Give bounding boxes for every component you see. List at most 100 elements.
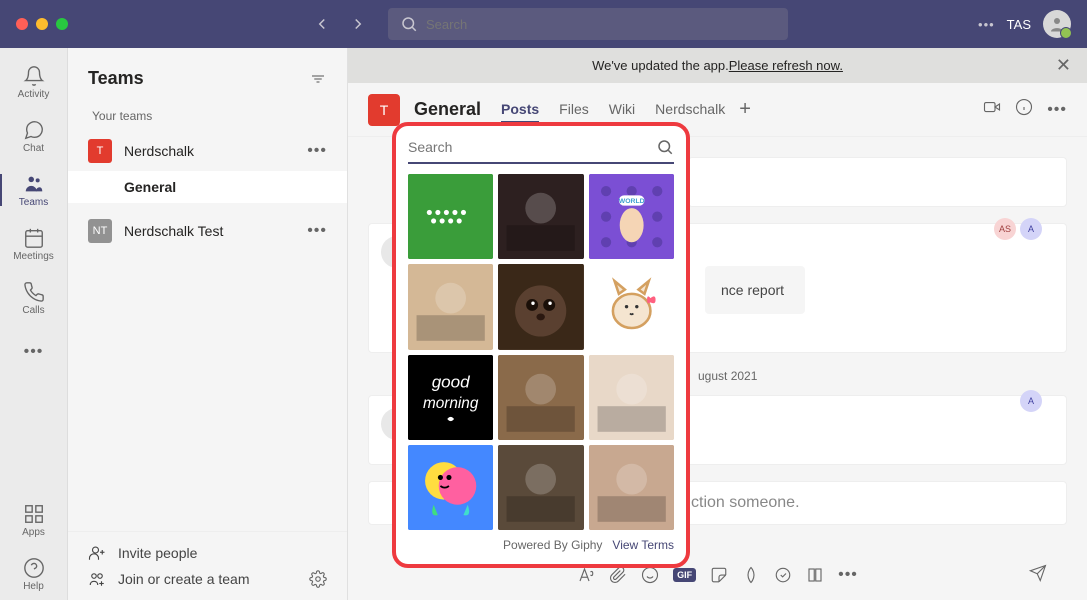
chat-icon	[23, 119, 45, 141]
sticker-button[interactable]	[710, 566, 728, 584]
loop-button[interactable]	[742, 566, 760, 584]
rail-meetings[interactable]: Meetings	[0, 218, 68, 270]
rail-label: Calls	[22, 305, 44, 316]
rail-help[interactable]: Help	[0, 548, 68, 600]
sidebar-footer: Invite people Join or create a team	[68, 531, 347, 600]
gear-icon[interactable]	[309, 570, 327, 588]
add-tab-button[interactable]: +	[739, 98, 751, 121]
tab-wiki[interactable]: Wiki	[609, 97, 635, 123]
rail-calls[interactable]: Calls	[0, 272, 68, 324]
team-avatar: T	[88, 139, 112, 163]
emoji-button[interactable]	[641, 566, 659, 584]
rail-more[interactable]: •••	[0, 326, 68, 378]
gif-tile[interactable]	[589, 355, 674, 440]
gif-tile[interactable]	[498, 445, 583, 530]
banner-text: We've updated the app.	[592, 58, 729, 73]
rail-label: Apps	[22, 527, 45, 538]
person-icon	[1048, 15, 1066, 33]
reaction-badge[interactable]: AS	[994, 218, 1016, 240]
gif-search-box[interactable]	[408, 138, 674, 164]
svg-text:good: good	[432, 372, 470, 391]
tab-posts[interactable]: Posts	[501, 97, 539, 123]
user-initials: TAS	[1007, 17, 1031, 32]
gif-search-input[interactable]	[408, 139, 656, 155]
search-icon	[656, 138, 674, 156]
tab-files[interactable]: Files	[559, 97, 589, 123]
gif-tile[interactable]	[408, 264, 493, 349]
banner-close-button[interactable]: ✕	[1056, 55, 1071, 76]
gif-grid: WORLD good morning	[408, 174, 674, 530]
sidebar-header: Teams	[68, 48, 347, 101]
app-rail: Activity Chat Teams Meetings Calls ••• A…	[0, 48, 68, 600]
reactions: AS A	[994, 218, 1042, 240]
rail-apps[interactable]: Apps	[0, 494, 68, 546]
date-separator: ugust 2021	[698, 369, 1067, 383]
banner-refresh-link[interactable]: Please refresh now.	[729, 58, 843, 73]
rail-label: Help	[23, 581, 44, 592]
gif-tile[interactable]: good morning	[408, 355, 493, 440]
invite-people-button[interactable]: Invite people	[88, 544, 327, 562]
team-item-nerdschalk[interactable]: T Nerdschalk •••	[68, 131, 347, 171]
message-card[interactable]	[688, 157, 1067, 207]
gif-tile[interactable]	[408, 445, 493, 530]
team-more-button[interactable]: •••	[307, 142, 327, 160]
view-terms-link[interactable]: View Terms	[612, 538, 674, 552]
titlebar-right: ••• TAS	[978, 10, 1071, 38]
gif-tile[interactable]	[498, 264, 583, 349]
stream-button[interactable]	[806, 566, 824, 584]
global-search-input[interactable]	[426, 17, 776, 32]
composer-hint: ction someone.	[691, 494, 800, 512]
gif-tile[interactable]	[498, 174, 583, 259]
send-button[interactable]	[1029, 564, 1047, 587]
tab-nerdschalk[interactable]: Nerdschalk	[655, 97, 725, 123]
main-content: We've updated the app. Please refresh no…	[348, 48, 1087, 600]
meet-button[interactable]	[983, 98, 1001, 121]
channel-title: General	[414, 99, 481, 120]
composer-tools: GIF •••	[577, 566, 858, 584]
gif-tile[interactable]	[589, 445, 674, 530]
more-options-button[interactable]: •••	[1047, 101, 1067, 119]
more-menu-button[interactable]: •••	[978, 17, 995, 32]
join-create-label: Join or create a team	[118, 571, 250, 587]
rail-chat[interactable]: Chat	[0, 110, 68, 162]
history-forward-button[interactable]	[344, 10, 372, 38]
reaction-badge[interactable]: A	[1020, 218, 1042, 240]
reaction-badge[interactable]: A	[1020, 390, 1042, 412]
filter-icon[interactable]	[309, 70, 327, 88]
title-bar: ••• TAS	[0, 0, 1087, 48]
gif-tile[interactable]	[589, 264, 674, 349]
more-icon: •••	[24, 343, 44, 361]
sidebar-title: Teams	[88, 68, 144, 89]
team-item-nerdschalk-test[interactable]: NT Nerdschalk Test •••	[68, 211, 347, 251]
gif-tile[interactable]	[408, 174, 493, 259]
svg-text:morning: morning	[423, 395, 479, 412]
maximize-window-button[interactable]	[56, 18, 68, 30]
history-back-button[interactable]	[308, 10, 336, 38]
composer-more-button[interactable]: •••	[838, 566, 858, 584]
minimize-window-button[interactable]	[36, 18, 48, 30]
info-button[interactable]	[1015, 98, 1033, 121]
team-name: Nerdschalk	[124, 143, 295, 159]
gif-picker: WORLD good morning Powered By Giphy View T…	[392, 122, 690, 568]
channel-general[interactable]: General	[68, 171, 347, 203]
close-window-button[interactable]	[16, 18, 28, 30]
rail-activity[interactable]: Activity	[0, 56, 68, 108]
invite-icon	[88, 544, 106, 562]
user-avatar-button[interactable]	[1043, 10, 1071, 38]
gif-tile[interactable]	[498, 355, 583, 440]
rail-label: Activity	[18, 89, 50, 100]
team-name: Nerdschalk Test	[124, 223, 295, 239]
format-button[interactable]	[577, 566, 595, 584]
powered-by-label: Powered By Giphy	[503, 538, 602, 552]
rail-teams[interactable]: Teams	[0, 164, 68, 216]
window-controls	[16, 18, 68, 30]
gif-tile[interactable]: WORLD	[589, 174, 674, 259]
join-create-team-button[interactable]: Join or create a team	[88, 570, 327, 588]
gif-button[interactable]: GIF	[673, 568, 696, 582]
approvals-button[interactable]	[774, 566, 792, 584]
team-more-button[interactable]: •••	[307, 222, 327, 240]
attach-button[interactable]	[609, 566, 627, 584]
teams-list: Your teams T Nerdschalk ••• General NT N…	[68, 101, 347, 531]
invite-label: Invite people	[118, 545, 197, 561]
global-search[interactable]	[388, 8, 788, 40]
